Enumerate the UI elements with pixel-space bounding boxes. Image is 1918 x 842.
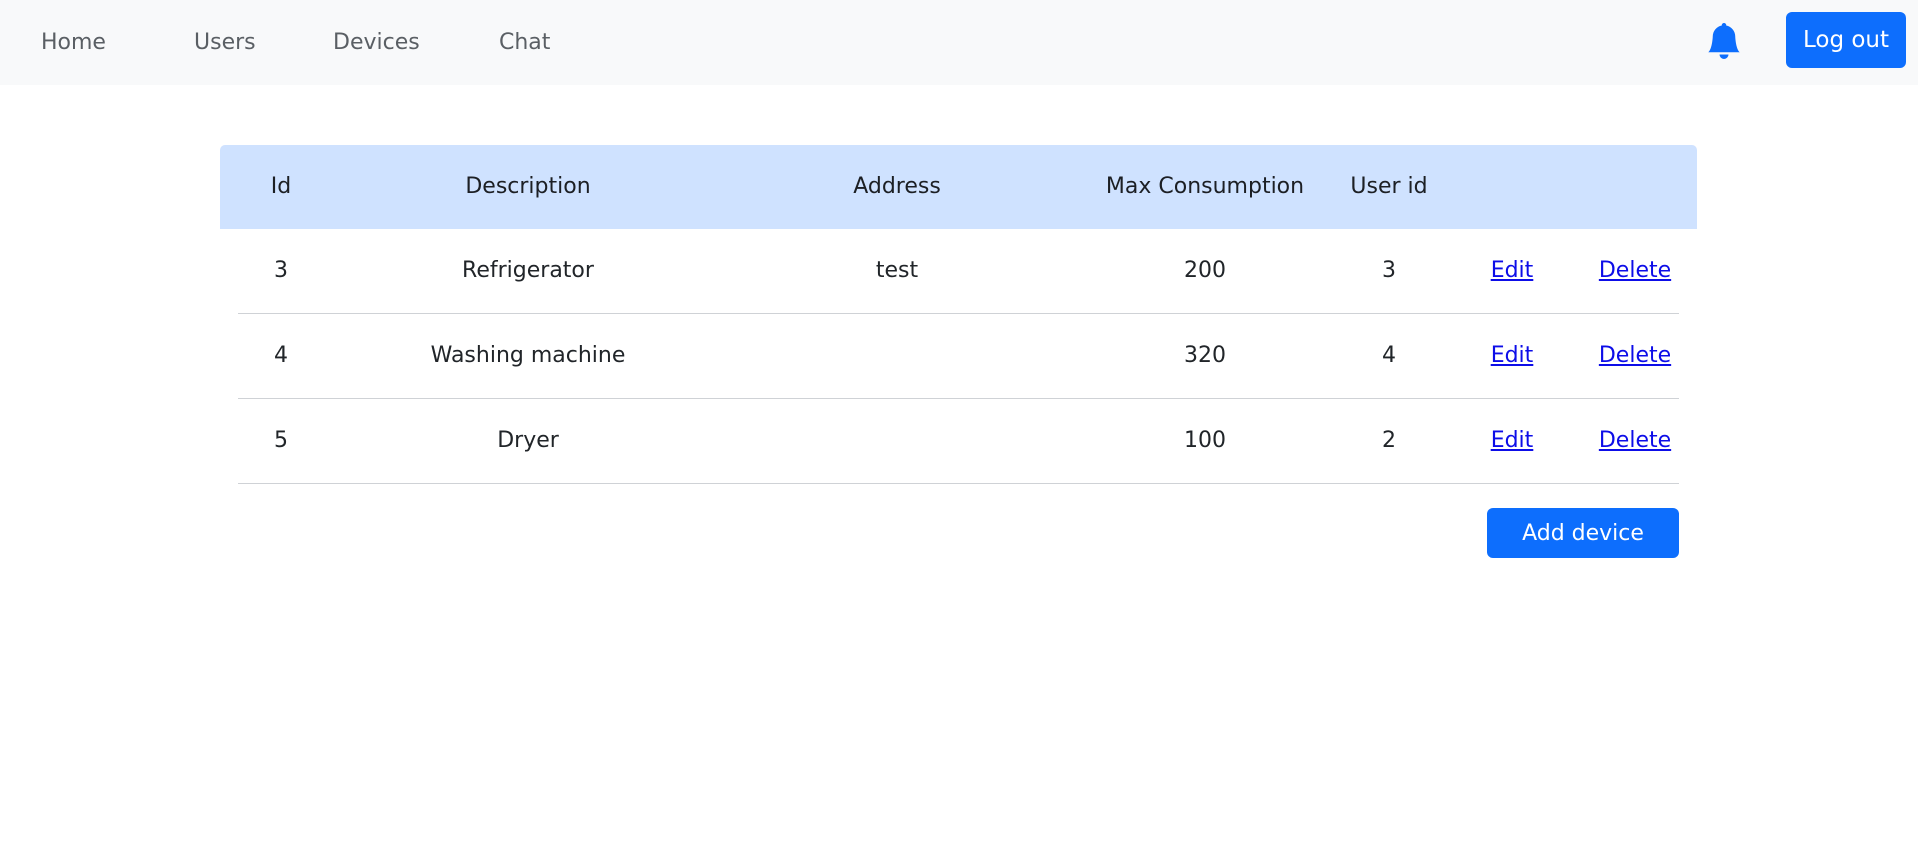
cell-max-consumption: 100 <box>1184 428 1226 453</box>
header-id: Id <box>270 174 292 199</box>
logout-button[interactable]: Log out <box>1786 12 1906 68</box>
header-address: Address <box>853 174 941 199</box>
bell-icon[interactable] <box>1706 22 1742 60</box>
nav-devices[interactable]: Devices <box>333 0 420 85</box>
cell-max-consumption: 320 <box>1184 343 1226 368</box>
add-device-button[interactable]: Add device <box>1487 508 1679 558</box>
table-row: 4 Washing machine 320 4 Edit Delete <box>238 314 1679 399</box>
header-description: Description <box>465 174 591 199</box>
cell-address: test <box>875 258 919 283</box>
cell-description: Refrigerator <box>462 258 594 283</box>
edit-link[interactable]: Edit <box>1491 229 1534 313</box>
cell-user-id: 2 <box>1382 428 1396 453</box>
cell-id: 5 <box>274 428 288 453</box>
delete-link[interactable]: Delete <box>1599 314 1671 398</box>
cell-description: Dryer <box>497 428 559 453</box>
header-max-consumption: Max Consumption <box>1105 174 1305 199</box>
nav-home[interactable]: Home <box>41 0 106 85</box>
nav-chat[interactable]: Chat <box>499 0 550 85</box>
header-user-id: User id <box>1350 174 1428 199</box>
table-header: Id Description Address Max Consumption U… <box>220 145 1697 229</box>
cell-user-id: 3 <box>1382 258 1396 283</box>
cell-max-consumption: 200 <box>1184 258 1226 283</box>
table-row: 5 Dryer 100 2 Edit Delete <box>238 399 1679 484</box>
navbar: Home Users Devices Chat Log out <box>0 0 1918 85</box>
cell-id: 3 <box>274 258 288 283</box>
edit-link[interactable]: Edit <box>1491 399 1534 483</box>
cell-user-id: 4 <box>1382 343 1396 368</box>
cell-description: Washing machine <box>430 343 626 368</box>
table-row: 3 Refrigerator test 200 3 Edit Delete <box>238 229 1679 314</box>
delete-link[interactable]: Delete <box>1599 399 1671 483</box>
delete-link[interactable]: Delete <box>1599 229 1671 313</box>
nav-users[interactable]: Users <box>194 0 256 85</box>
edit-link[interactable]: Edit <box>1491 314 1534 398</box>
cell-id: 4 <box>274 343 288 368</box>
